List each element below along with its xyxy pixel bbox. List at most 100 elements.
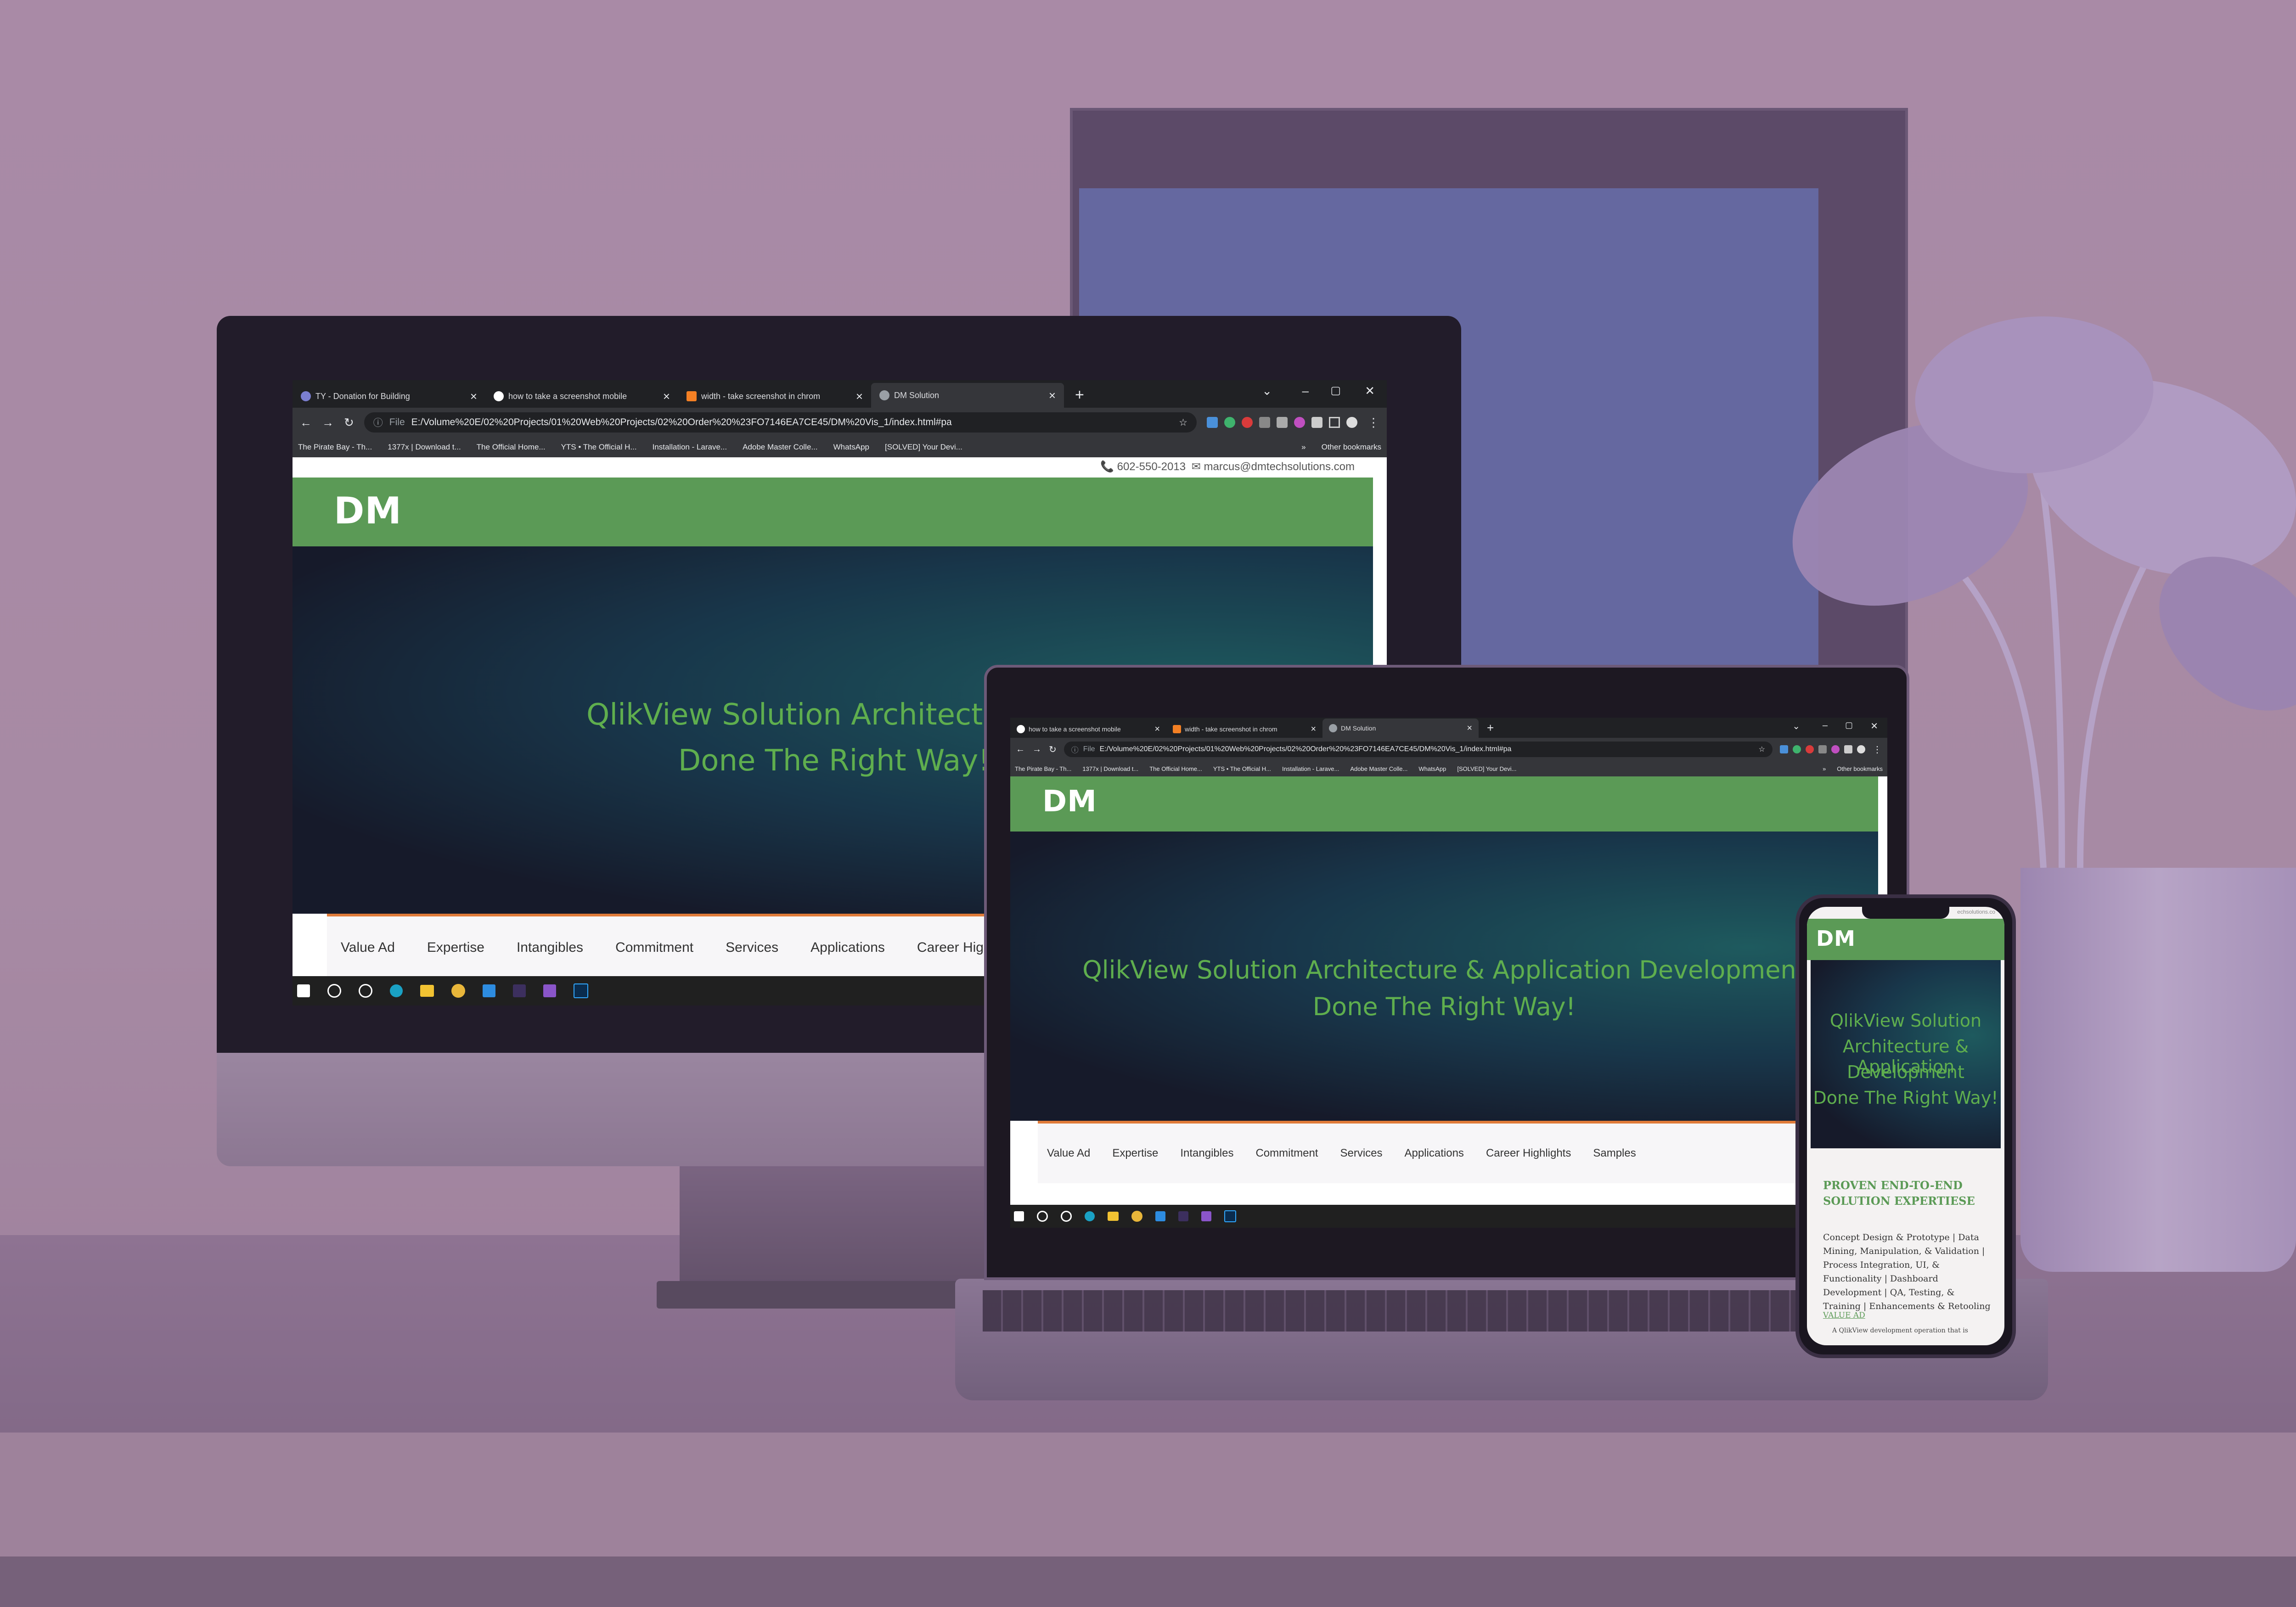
url-text[interactable]: E:/Volume%20E/02%20Projects/01%20Web%20P…	[1100, 745, 1512, 753]
bookmark-item[interactable]: YTS • The Official H...	[561, 443, 637, 452]
reload-button[interactable]: ↻	[344, 416, 354, 430]
nav-services[interactable]: Services	[1340, 1147, 1382, 1160]
bookmark-item[interactable]: 1377x | Download t...	[388, 443, 461, 452]
bookmarks-overflow[interactable]: »	[1301, 443, 1306, 452]
tab-close-icon[interactable]: ×	[856, 389, 863, 404]
extension-icon[interactable]	[1294, 417, 1305, 428]
extension-icon[interactable]	[1259, 417, 1270, 428]
extensions-puzzle-icon[interactable]	[1844, 745, 1852, 753]
file-explorer-icon[interactable]	[420, 985, 434, 997]
cortana-icon[interactable]	[359, 984, 372, 998]
tab-close-icon[interactable]: ×	[1467, 723, 1472, 734]
other-bookmarks-folder[interactable]: Other bookmarks	[1837, 765, 1883, 772]
nav-value-ad[interactable]: Value Ad	[1047, 1147, 1090, 1160]
minimize-button[interactable]: –	[1823, 720, 1828, 731]
profile-icon[interactable]	[1857, 745, 1865, 753]
bookmark-item[interactable]: [SOLVED] Your Devi...	[1457, 765, 1516, 772]
close-window-button[interactable]: ✕	[1365, 384, 1375, 398]
extension-icon[interactable]	[1806, 745, 1814, 753]
tab-close-icon[interactable]: ×	[1049, 388, 1056, 403]
extension-icon[interactable]	[1242, 417, 1253, 428]
contact-email[interactable]: marcus@dmtechsolutions.com	[1204, 461, 1355, 473]
back-button[interactable]: ←	[1016, 744, 1025, 755]
maximize-button[interactable]: ▢	[1845, 720, 1853, 730]
tab-close-icon[interactable]: ×	[1154, 724, 1160, 735]
bookmark-item[interactable]: The Pirate Bay - Th...	[298, 443, 372, 452]
bookmark-item[interactable]: The Pirate Bay - Th...	[1015, 765, 1071, 772]
reload-button[interactable]: ↻	[1049, 744, 1057, 755]
close-window-button[interactable]: ✕	[1870, 720, 1878, 732]
search-icon[interactable]	[1037, 1211, 1048, 1222]
chrome-menu-icon[interactable]: ⋮	[1367, 416, 1379, 430]
extensions-puzzle-icon[interactable]	[1311, 417, 1322, 428]
tab-close-icon[interactable]: ×	[470, 389, 477, 404]
nav-applications[interactable]: Applications	[810, 940, 885, 955]
omnibox[interactable]: ⓘ File E:/Volume%20E/02%20Projects/01%20…	[1064, 742, 1773, 757]
nav-expertise[interactable]: Expertise	[427, 940, 484, 955]
nav-expertise[interactable]: Expertise	[1112, 1147, 1158, 1160]
nav-commitment[interactable]: Commitment	[1255, 1147, 1318, 1160]
edge-icon[interactable]	[390, 984, 403, 997]
tab-width-screenshot[interactable]: width - take screenshot in chrom ×	[678, 385, 871, 408]
bookmark-star-icon[interactable]: ☆	[1759, 745, 1765, 754]
bookmark-item[interactable]: YTS • The Official H...	[1213, 765, 1271, 772]
start-icon[interactable]	[1014, 1211, 1024, 1221]
visual-studio-icon[interactable]	[1201, 1211, 1211, 1221]
bookmark-item[interactable]: WhatsApp	[1418, 765, 1446, 772]
app-icon[interactable]	[1178, 1211, 1188, 1221]
extension-icon[interactable]	[1224, 417, 1235, 428]
extension-icon[interactable]	[1818, 745, 1827, 753]
tab-close-icon[interactable]: ×	[1311, 724, 1316, 735]
site-info-icon[interactable]: ⓘ	[373, 416, 383, 429]
nav-services[interactable]: Services	[726, 940, 778, 955]
tab-dm-solution[interactable]: DM Solution ×	[1322, 719, 1479, 738]
tab-screenshot-mobile[interactable]: how to take a screenshot mobile ×	[1010, 720, 1166, 738]
dm-logo[interactable]: DM	[334, 489, 402, 532]
bookmark-item[interactable]: Installation - Larave...	[653, 443, 727, 452]
url-text[interactable]: E:/Volume%20E/02%20Projects/01%20Web%20P…	[411, 417, 952, 428]
edge-icon[interactable]	[1085, 1211, 1095, 1221]
bookmark-item[interactable]: The Official Home...	[1149, 765, 1202, 772]
nav-intangibles[interactable]: Intangibles	[1180, 1147, 1233, 1160]
forward-button[interactable]: →	[1032, 744, 1041, 755]
bookmarks-overflow[interactable]: »	[1823, 765, 1826, 772]
tab-close-icon[interactable]: ×	[663, 389, 670, 404]
app-icon[interactable]	[513, 984, 526, 997]
extension-icon[interactable]	[1793, 745, 1801, 753]
bookmark-item[interactable]: 1377x | Download t...	[1082, 765, 1138, 772]
dm-logo[interactable]: DM	[1042, 785, 1097, 819]
photoshop-icon[interactable]	[574, 983, 588, 998]
chrome-icon[interactable]	[451, 984, 465, 998]
bookmark-item[interactable]: Adobe Master Colle...	[743, 443, 817, 452]
side-panel-icon[interactable]	[1329, 417, 1340, 428]
nav-intangibles[interactable]: Intangibles	[517, 940, 583, 955]
tab-donation[interactable]: TY - Donation for Building ×	[293, 385, 485, 408]
visual-studio-icon[interactable]	[543, 984, 556, 997]
contact-phone[interactable]: 602-550-2013	[1117, 461, 1186, 473]
tab-width-screenshot[interactable]: width - take screenshot in chrom ×	[1166, 720, 1322, 738]
chrome-menu-icon[interactable]: ⋮	[1873, 744, 1882, 755]
back-button[interactable]: ←	[300, 416, 312, 430]
phone-url[interactable]: echsolutions.co	[1957, 909, 1995, 915]
cortana-icon[interactable]	[1061, 1211, 1072, 1222]
tab-search-icon[interactable]: ⌄	[1262, 384, 1272, 398]
search-icon[interactable]	[327, 984, 341, 998]
tab-search-icon[interactable]: ⌄	[1792, 720, 1800, 732]
nav-commitment[interactable]: Commitment	[615, 940, 693, 955]
nav-samples[interactable]: Samples	[1593, 1147, 1636, 1160]
bookmark-item[interactable]: The Official Home...	[477, 443, 546, 452]
chrome-icon[interactable]	[1131, 1211, 1142, 1222]
extension-icon[interactable]	[1780, 745, 1788, 753]
vscode-icon[interactable]	[483, 984, 495, 997]
other-bookmarks-folder[interactable]: Other bookmarks	[1322, 443, 1381, 452]
dm-logo[interactable]: DM	[1816, 926, 1856, 951]
new-tab-button[interactable]: +	[1487, 721, 1494, 735]
bookmark-item[interactable]: Installation - Larave...	[1282, 765, 1339, 772]
bookmark-item[interactable]: [SOLVED] Your Devi...	[885, 443, 962, 452]
bookmark-item[interactable]: WhatsApp	[833, 443, 869, 452]
start-icon[interactable]	[297, 984, 310, 997]
nav-applications[interactable]: Applications	[1405, 1147, 1464, 1160]
nav-value-ad[interactable]: Value Ad	[341, 940, 395, 955]
vscode-icon[interactable]	[1155, 1211, 1165, 1221]
site-info-icon[interactable]: ⓘ	[1071, 744, 1079, 755]
